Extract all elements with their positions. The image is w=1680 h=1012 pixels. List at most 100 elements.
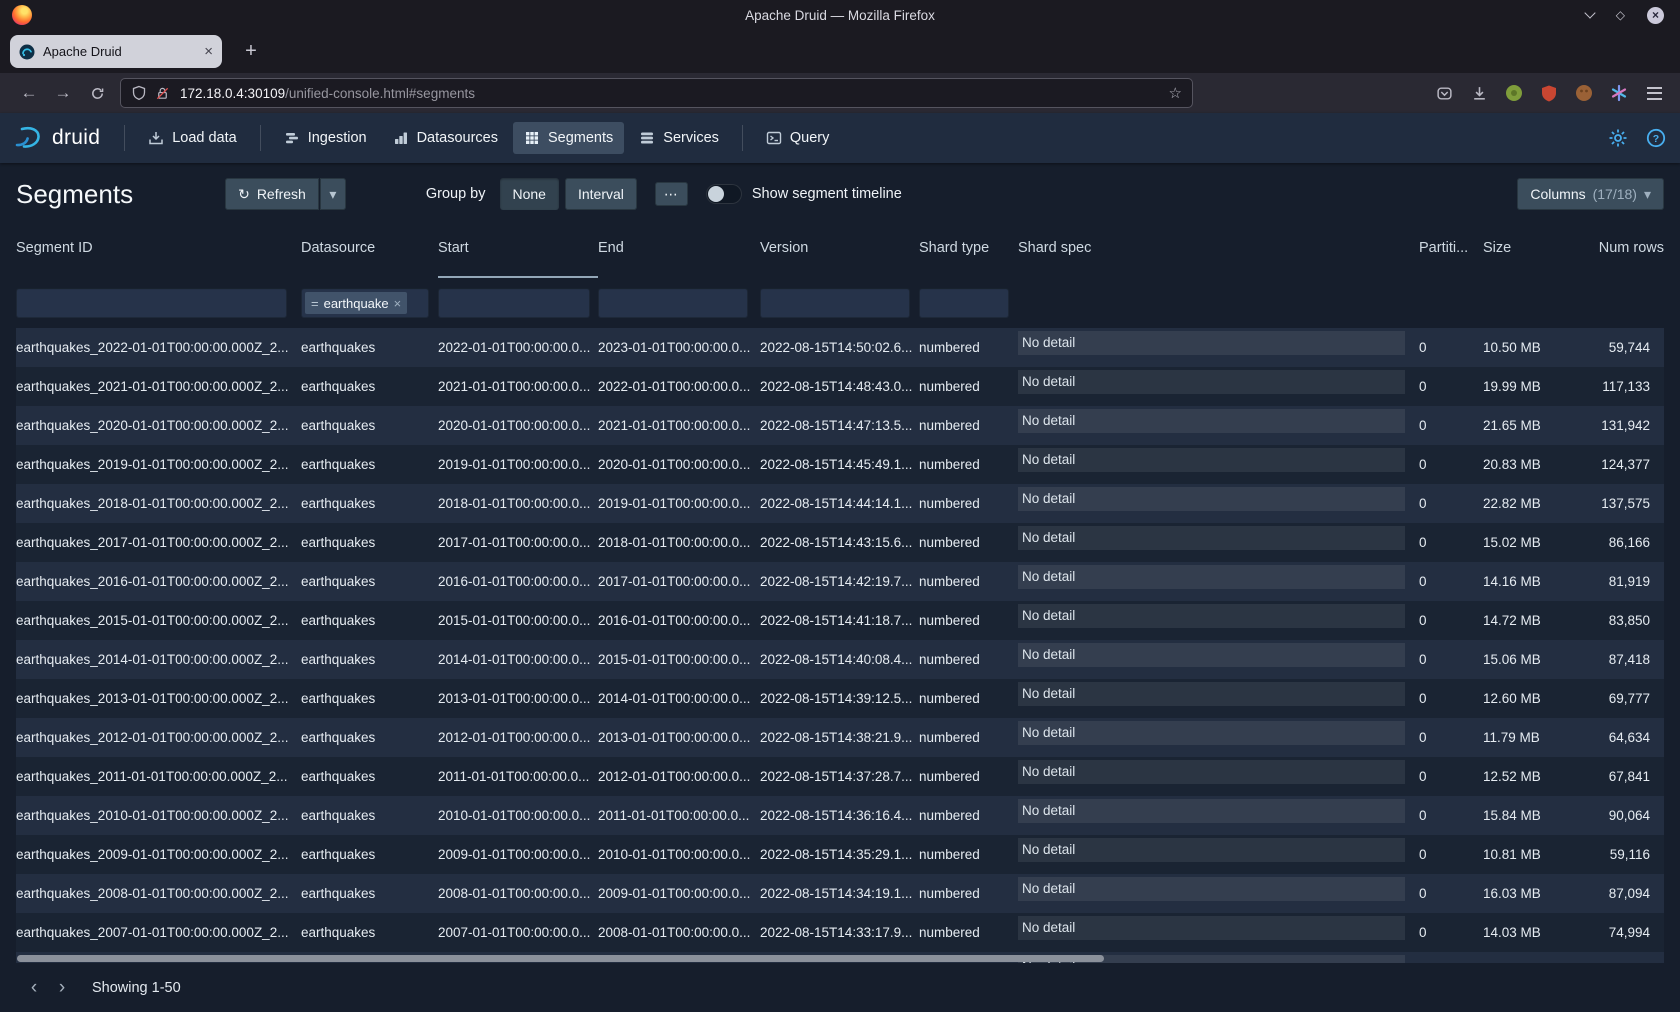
shard-spec-no-detail[interactable]: No detail: [1018, 760, 1405, 784]
extension-icon-green[interactable]: [1504, 83, 1524, 103]
nav-item-ingestion[interactable]: Ingestion: [273, 122, 378, 154]
druid-favicon: [19, 44, 35, 60]
cell-version: 2022-08-15T14:40:08.4...: [760, 640, 919, 679]
cell-segment-id: earthquakes_2007-01-01T00:00:00.000Z_2..…: [16, 913, 301, 952]
shard-spec-no-detail[interactable]: No detail: [1018, 487, 1405, 511]
table-row[interactable]: earthquakes_2008-01-01T00:00:00.000Z_2..…: [16, 874, 1664, 913]
nav-item-datasources[interactable]: Datasources: [382, 122, 509, 154]
back-button[interactable]: ←: [12, 77, 46, 109]
pagination-prev-button[interactable]: ‹: [20, 974, 48, 1002]
filter-version-input[interactable]: [760, 288, 910, 318]
filter-segment-id-input[interactable]: [16, 288, 287, 318]
new-tab-button[interactable]: +: [236, 40, 266, 63]
column-header-partition[interactable]: Partiti...: [1419, 225, 1483, 278]
table-row[interactable]: earthquakes_2017-01-01T00:00:00.000Z_2..…: [16, 523, 1664, 562]
column-header-datasource[interactable]: Datasource: [301, 225, 438, 278]
table-row[interactable]: earthquakes_2011-01-01T00:00:00.000Z_2..…: [16, 757, 1664, 796]
help-icon[interactable]: ?: [1646, 128, 1666, 148]
nav-item-segments[interactable]: Segments: [513, 122, 624, 154]
column-header-start[interactable]: Start: [438, 225, 598, 278]
refresh-button[interactable]: ↻ Refresh: [225, 178, 319, 210]
column-header-size[interactable]: Size: [1483, 225, 1592, 278]
shard-spec-no-detail[interactable]: No detail: [1018, 877, 1405, 901]
pagination-next-button[interactable]: ›: [48, 974, 76, 1002]
forward-button[interactable]: →: [46, 77, 80, 109]
extension-icon-colorful[interactable]: [1609, 83, 1629, 103]
reload-button[interactable]: [80, 77, 114, 109]
shard-spec-no-detail[interactable]: No detail: [1018, 526, 1405, 550]
menu-button[interactable]: [1644, 83, 1664, 103]
cell-end: 2014-01-01T00:00:00.0...: [598, 679, 760, 718]
shard-spec-no-detail[interactable]: No detail: [1018, 799, 1405, 823]
shard-spec-no-detail[interactable]: No detail: [1018, 565, 1405, 589]
columns-button[interactable]: Columns (17/18) ▾: [1517, 178, 1664, 210]
cell-size: 10.50 MB: [1483, 328, 1592, 367]
shard-spec-no-detail[interactable]: No detail: [1018, 448, 1405, 472]
cell-start: 2011-01-01T00:00:00.0...: [438, 757, 598, 796]
settings-gear-icon[interactable]: [1608, 128, 1628, 148]
url-bar[interactable]: 172.18.0.4:30109/unified-console.html#se…: [120, 78, 1193, 108]
cell-shard-type: numbered: [919, 679, 1018, 718]
table-row[interactable]: earthquakes_2021-01-01T00:00:00.000Z_2..…: [16, 367, 1664, 406]
nav-item-query[interactable]: Query: [755, 122, 841, 154]
horizontal-scrollbar[interactable]: [17, 955, 1104, 962]
table-row[interactable]: earthquakes_2018-01-01T00:00:00.000Z_2..…: [16, 484, 1664, 523]
connection-security-lock-icon[interactable]: [155, 86, 170, 101]
window-maximize-button[interactable]: ◇: [1616, 9, 1625, 21]
table-row[interactable]: earthquakes_2022-01-01T00:00:00.000Z_2..…: [16, 328, 1664, 367]
shard-spec-no-detail[interactable]: No detail: [1018, 331, 1405, 355]
refresh-dropdown-button[interactable]: ▾: [320, 178, 346, 210]
table-row[interactable]: earthquakes_2014-01-01T00:00:00.000Z_2..…: [16, 640, 1664, 679]
cell-start: 2020-01-01T00:00:00.0...: [438, 406, 598, 445]
tab-close-icon[interactable]: ×: [204, 44, 213, 59]
window-close-button[interactable]: ×: [1647, 7, 1664, 24]
table-row[interactable]: earthquakes_2015-01-01T00:00:00.000Z_2..…: [16, 601, 1664, 640]
table-row[interactable]: earthquakes_2010-01-01T00:00:00.000Z_2..…: [16, 796, 1664, 835]
shard-spec-no-detail[interactable]: No detail: [1018, 370, 1405, 394]
shard-spec-no-detail[interactable]: No detail: [1018, 604, 1405, 628]
window-minimize-button[interactable]: [1586, 13, 1594, 17]
downloads-icon[interactable]: [1469, 83, 1489, 103]
shard-spec-no-detail[interactable]: No detail: [1018, 682, 1405, 706]
tracking-protection-shield-icon[interactable]: [131, 85, 147, 101]
table-row[interactable]: earthquakes_2016-01-01T00:00:00.000Z_2..…: [16, 562, 1664, 601]
cell-num-rows: 59,744: [1592, 328, 1664, 367]
filter-shard-type-input[interactable]: [919, 288, 1009, 318]
table-row[interactable]: earthquakes_2012-01-01T00:00:00.000Z_2..…: [16, 718, 1664, 757]
column-header-version[interactable]: Version: [760, 225, 919, 278]
shard-spec-no-detail[interactable]: No detail: [1018, 838, 1405, 862]
druid-brand[interactable]: druid: [14, 125, 100, 151]
group-by-interval-button[interactable]: Interval: [565, 178, 637, 210]
browser-tab[interactable]: Apache Druid ×: [10, 35, 222, 68]
table-row[interactable]: earthquakes_2009-01-01T00:00:00.000Z_2..…: [16, 835, 1664, 874]
cell-end: 2015-01-01T00:00:00.0...: [598, 640, 760, 679]
extension-icon-ublock[interactable]: [1539, 83, 1559, 103]
shard-spec-no-detail[interactable]: No detail: [1018, 643, 1405, 667]
column-header-end[interactable]: End: [598, 225, 760, 278]
column-header-segment-id[interactable]: Segment ID: [16, 225, 301, 278]
pocket-icon[interactable]: [1434, 83, 1454, 103]
table-row[interactable]: earthquakes_2019-01-01T00:00:00.000Z_2..…: [16, 445, 1664, 484]
more-options-button[interactable]: ⋯: [655, 182, 688, 206]
segment-timeline-toggle[interactable]: [706, 184, 742, 204]
nav-item-load-data[interactable]: Load data: [137, 122, 248, 154]
filter-end-input[interactable]: [598, 288, 748, 318]
extension-icon-brown[interactable]: [1574, 83, 1594, 103]
shard-spec-no-detail[interactable]: No detail: [1018, 409, 1405, 433]
bookmark-star-icon[interactable]: ☆: [1169, 84, 1182, 102]
column-header-shard-spec[interactable]: Shard spec: [1018, 225, 1419, 278]
nav-item-services[interactable]: Services: [628, 122, 730, 154]
table-row[interactable]: earthquakes_2013-01-01T00:00:00.000Z_2..…: [16, 679, 1664, 718]
chevron-down-icon: ▾: [329, 186, 336, 203]
filter-start-input[interactable]: [438, 288, 590, 318]
shard-spec-no-detail[interactable]: No detail: [1018, 721, 1405, 745]
filter-datasource-input[interactable]: = earthquake ×: [301, 288, 429, 318]
table-row[interactable]: earthquakes_2007-01-01T00:00:00.000Z_2..…: [16, 913, 1664, 952]
column-header-shard-type[interactable]: Shard type: [919, 225, 1018, 278]
shard-spec-no-detail[interactable]: No detail: [1018, 916, 1405, 940]
filter-tag[interactable]: = earthquake ×: [305, 292, 407, 314]
group-by-none-button[interactable]: None: [500, 178, 559, 210]
remove-filter-icon[interactable]: ×: [394, 296, 402, 311]
table-row[interactable]: earthquakes_2020-01-01T00:00:00.000Z_2..…: [16, 406, 1664, 445]
column-header-num-rows[interactable]: Num rows: [1592, 225, 1664, 278]
